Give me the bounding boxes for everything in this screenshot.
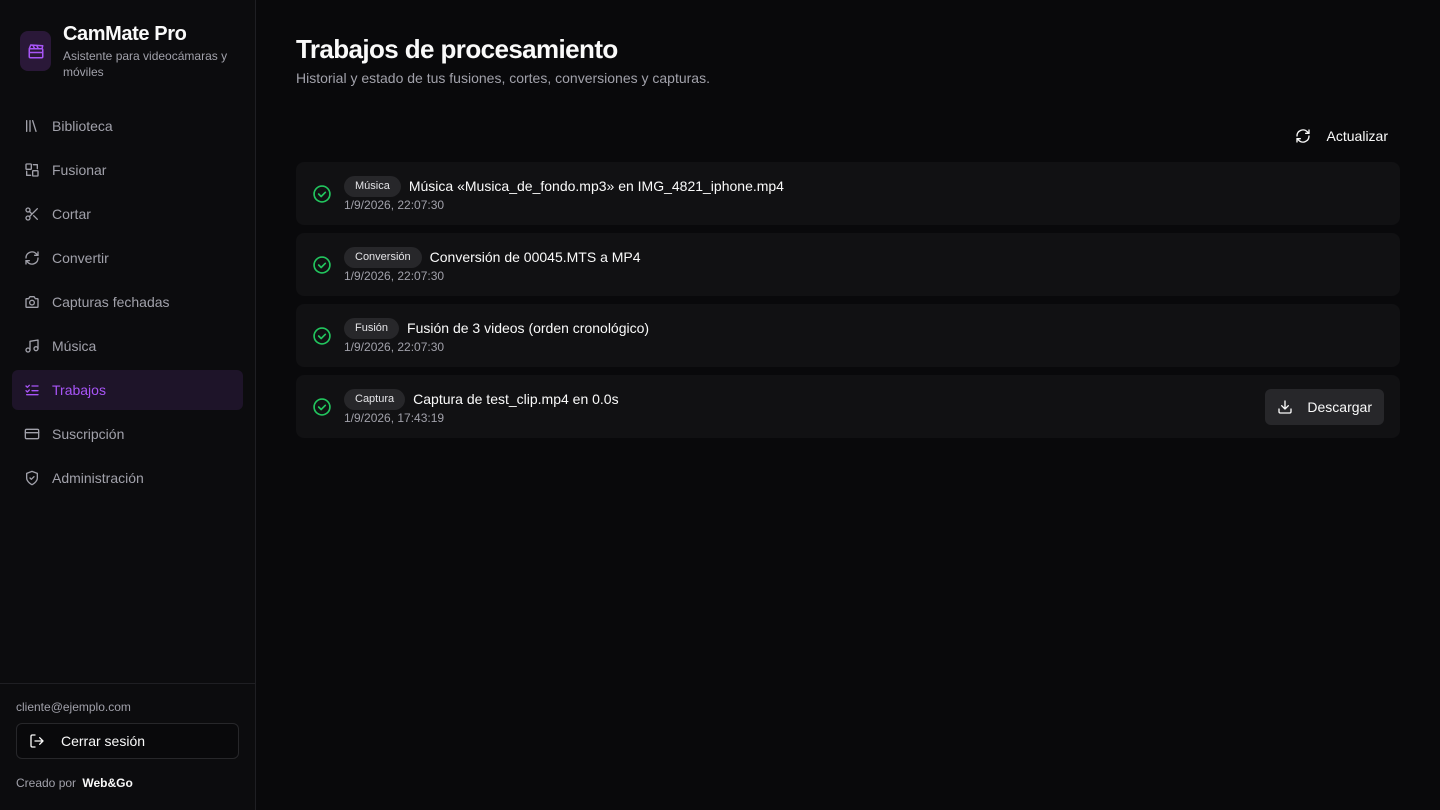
logout-icon bbox=[30, 734, 44, 748]
jobs-list: Música Música «Musica_de_fondo.mp3» en I… bbox=[296, 162, 1400, 438]
job-timestamp: 1/9/2026, 22:07:30 bbox=[344, 268, 445, 283]
main-content: Trabajos de procesamiento Historial y es… bbox=[256, 0, 1440, 810]
sidebar-item-fusionar[interactable]: Fusionar bbox=[12, 150, 243, 190]
credit-link[interactable]: Web&Go bbox=[82, 776, 132, 790]
sidebar-item-label: Convertir bbox=[52, 250, 109, 266]
logout-button[interactable]: Cerrar sesión bbox=[16, 723, 239, 759]
sidebar-item-biblioteca[interactable]: Biblioteca bbox=[12, 106, 243, 146]
download-button[interactable]: Descargar bbox=[1265, 388, 1384, 425]
job-title: Captura de test_clip.mp4 en 0.0s bbox=[413, 391, 619, 407]
sidebar-item-label: Trabajos bbox=[52, 382, 106, 398]
refresh-icon bbox=[25, 251, 39, 265]
sidebar-item-suscripcion[interactable]: Suscripción bbox=[12, 414, 243, 454]
check-circle-icon bbox=[313, 184, 331, 203]
merge-icon bbox=[25, 163, 39, 177]
sidebar-item-label: Capturas fechadas bbox=[52, 294, 170, 310]
sidebar-item-label: Suscripción bbox=[52, 426, 125, 442]
job-title: Música «Musica_de_fondo.mp3» en IMG_4821… bbox=[408, 178, 784, 194]
sidebar: CamMate Pro Asistente para videocámaras … bbox=[0, 0, 256, 810]
job-title: Conversión de 00045.MTS a MP4 bbox=[429, 249, 641, 265]
music-icon bbox=[25, 339, 39, 353]
sidebar-item-label: Administración bbox=[52, 470, 144, 486]
page-subtitle: Historial y estado de tus fusiones, cort… bbox=[296, 70, 710, 86]
sidebar-item-cortar[interactable]: Cortar bbox=[12, 194, 243, 234]
app-title: CamMate Pro bbox=[63, 23, 187, 45]
sidebar-item-label: Biblioteca bbox=[52, 118, 113, 134]
refresh-label: Actualizar bbox=[1326, 128, 1388, 144]
sidebar-item-label: Fusionar bbox=[52, 162, 107, 178]
download-icon bbox=[1278, 399, 1293, 414]
job-timestamp: 1/9/2026, 22:07:30 bbox=[344, 339, 445, 354]
job-row: Captura Captura de test_clip.mp4 en 0.0s… bbox=[296, 375, 1400, 438]
sidebar-item-label: Cortar bbox=[52, 206, 91, 222]
job-timestamp: 1/9/2026, 22:07:30 bbox=[344, 197, 445, 212]
camera-icon bbox=[25, 296, 39, 308]
job-timestamp: 1/9/2026, 17:43:19 bbox=[344, 410, 445, 425]
app-subtitle: Asistente para videocámaras y móviles bbox=[63, 49, 228, 79]
job-type-badge: Fusión bbox=[344, 317, 400, 339]
job-type-badge: Conversión bbox=[344, 246, 422, 268]
check-circle-icon bbox=[313, 397, 331, 416]
job-row: Fusión Fusión de 3 videos (orden cronoló… bbox=[296, 304, 1400, 367]
refresh-icon bbox=[1295, 129, 1310, 143]
refresh-button[interactable]: Actualizar bbox=[1283, 118, 1400, 154]
shield-check-icon bbox=[26, 470, 38, 486]
brand: CamMate Pro Asistente para videocámaras … bbox=[0, 0, 255, 80]
sidebar-footer: cliente@ejemplo.com Cerrar sesión Creado… bbox=[0, 683, 255, 810]
download-label: Descargar bbox=[1307, 398, 1372, 415]
job-type-badge: Captura bbox=[344, 388, 406, 410]
sidebar-item-convertir[interactable]: Convertir bbox=[12, 238, 243, 278]
sidebar-item-administracion[interactable]: Administración bbox=[12, 458, 243, 498]
logout-label: Cerrar sesión bbox=[61, 733, 146, 749]
sidebar-item-musica[interactable]: Música bbox=[12, 326, 243, 366]
sidebar-item-trabajos[interactable]: Trabajos bbox=[12, 370, 243, 410]
page-title: Trabajos de procesamiento bbox=[296, 34, 618, 64]
sidebar-item-label: Música bbox=[52, 338, 97, 354]
library-icon bbox=[26, 120, 37, 132]
list-checks-icon bbox=[25, 384, 39, 396]
user-email: cliente@ejemplo.com bbox=[16, 700, 131, 714]
check-circle-icon bbox=[313, 326, 331, 345]
credit-prefix: Creado por bbox=[16, 776, 77, 790]
job-type-badge: Música bbox=[344, 175, 401, 197]
scissors-icon bbox=[25, 207, 38, 221]
credit: Creado por Web&Go bbox=[16, 776, 239, 790]
job-row: Música Música «Musica_de_fondo.mp3» en I… bbox=[296, 162, 1400, 225]
sidebar-nav: Biblioteca Fusionar Cortar Convertir Cap… bbox=[0, 106, 255, 498]
jobs-toolbar: Actualizar bbox=[296, 118, 1400, 154]
app-root: CamMate Pro Asistente para videocámaras … bbox=[0, 0, 1440, 810]
job-row: Conversión Conversión de 00045.MTS a MP4… bbox=[296, 233, 1400, 296]
credit-card-icon bbox=[24, 428, 40, 440]
job-title: Fusión de 3 videos (orden cronológico) bbox=[407, 320, 650, 336]
clapperboard-icon bbox=[20, 31, 51, 71]
check-circle-icon bbox=[313, 255, 331, 274]
sidebar-item-capturas[interactable]: Capturas fechadas bbox=[12, 282, 243, 322]
